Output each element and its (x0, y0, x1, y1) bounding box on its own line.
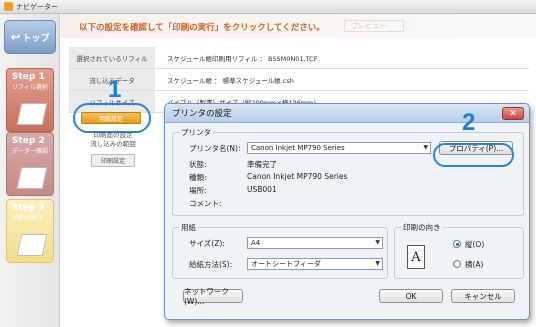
dialog-title: プリンタの設定 (172, 109, 232, 119)
selected-refill-label: 選択されているリフィル (69, 47, 155, 68)
window-title: ナビゲーター (16, 2, 58, 11)
location-label: 場所: (189, 186, 207, 195)
callout-number-1: 1 (108, 76, 122, 103)
left-rail: ↩ トップ Step 1 リフィル選択 Step 2 データー確認 Step 3… (0, 14, 60, 327)
size-label: サイズ(Z): (189, 239, 225, 248)
paper-size-select[interactable]: A4 ▼ (247, 237, 383, 249)
step-2-number: Step 2 (12, 136, 45, 146)
landscape-label: 横(A) (465, 260, 484, 269)
chevron-down-icon: ▼ (375, 260, 380, 267)
status-label: 状態: (189, 160, 207, 169)
printer-icon (16, 234, 48, 256)
location-value: USB001 (247, 185, 277, 194)
step-2-subtitle: データー確認 (12, 148, 49, 155)
step-3-subtitle: 印刷の実行 (12, 215, 43, 222)
preview-button[interactable]: プレビュー (344, 20, 404, 32)
cancel-button[interactable]: キャンセル (451, 289, 515, 303)
portrait-radio[interactable] (453, 240, 461, 248)
print-side-text: 印刷面の設定 流し込みの範囲 (90, 131, 136, 148)
printer-setup-dialog: プリンタの設定 ✕ プリンタ プリンタ名(N): Canon Inkjet MP… (164, 103, 530, 320)
paper-size-value: A4 (251, 239, 261, 247)
step-3-number: Step 3 (12, 203, 45, 213)
merge-data-value: スケジュール帳 ： 標準スケジュール帳.csh (167, 76, 294, 85)
network-button[interactable]: ネットワーク(W)... (183, 287, 243, 306)
printer-name-value: Canon Inkjet MP790 Series (251, 144, 345, 152)
merge-data-row: 流し込みデータ スケジュール帳 ： 標準スケジュール帳.csh (69, 69, 529, 91)
chevron-down-icon: ▼ (375, 239, 380, 246)
orientation-group: 印刷の向き A 縦(O) 横(A) (394, 222, 524, 279)
printer-name-select[interactable]: Canon Inkjet MP790 Series ▼ (247, 142, 431, 154)
paper-settings-button[interactable]: 用紙設定 (81, 112, 141, 124)
portrait-label: 縦(O) (465, 240, 485, 249)
selected-refill-value: スケジュール帳印刷用リフィル ： BSSM0N01.TCF (167, 54, 318, 63)
step-1-number: Step 1 (12, 72, 45, 82)
type-label: 種類: (189, 173, 207, 182)
step-1-subtitle: リフィル選択 (12, 84, 48, 91)
type-value: Canon Inkjet MP790 Series (247, 172, 348, 181)
callout-ring-2 (433, 143, 514, 167)
feed-label: 給紙方法(S): (189, 260, 233, 269)
close-icon[interactable]: ✕ (502, 107, 524, 120)
landscape-radio[interactable] (453, 260, 461, 268)
comment-label: コメント: (189, 199, 222, 208)
instruction-banner: 以下の設定を確認して「印刷の実行」をクリックしてください。 プレビュー (61, 14, 536, 38)
top-button-label: トップ (22, 33, 50, 44)
paper-source-select[interactable]: オートシートフィーダ ▼ (247, 258, 383, 270)
chevron-down-icon: ▼ (423, 144, 428, 151)
top-button[interactable]: ↩ トップ (4, 20, 56, 54)
step-2-tab[interactable]: Step 2 データー確認 (6, 132, 54, 196)
step-3-tab[interactable]: Step 3 印刷の実行 (6, 199, 54, 263)
app-icon (4, 2, 13, 11)
orientation-group-title: 印刷の向き (401, 222, 443, 233)
navigator-titlebar: ナビゲーター (0, 0, 536, 14)
paper-source-value: オートシートフィーダ (251, 260, 321, 268)
selected-refill-row: 選択されているリフィル スケジュール帳印刷用リフィル ： BSSM0N01.TC… (69, 47, 529, 69)
callout-number-2: 2 (462, 109, 476, 136)
step-1-tab[interactable]: Step 1 リフィル選択 (6, 68, 54, 132)
status-value: 準備完了 (247, 160, 277, 169)
paper-group-title: 用紙 (179, 222, 198, 233)
print-settings-button[interactable]: 印刷設定 (91, 154, 135, 167)
portrait-orientation-icon: A (407, 245, 425, 269)
back-arrow-icon: ↩ (10, 30, 21, 44)
data-pages-icon (16, 167, 48, 189)
ok-button[interactable]: OK (379, 289, 443, 303)
refill-pages-icon (16, 103, 48, 125)
instruction-text: 以下の設定を確認して「印刷の実行」をクリックしてください。 (79, 23, 325, 33)
paper-group: 用紙 サイズ(Z): A4 ▼ 給紙方法(S): オートシートフィーダ ▼ (172, 222, 388, 279)
printer-name-label: プリンタ名(N): (189, 144, 241, 153)
printer-group-title: プリンタ (179, 127, 213, 138)
